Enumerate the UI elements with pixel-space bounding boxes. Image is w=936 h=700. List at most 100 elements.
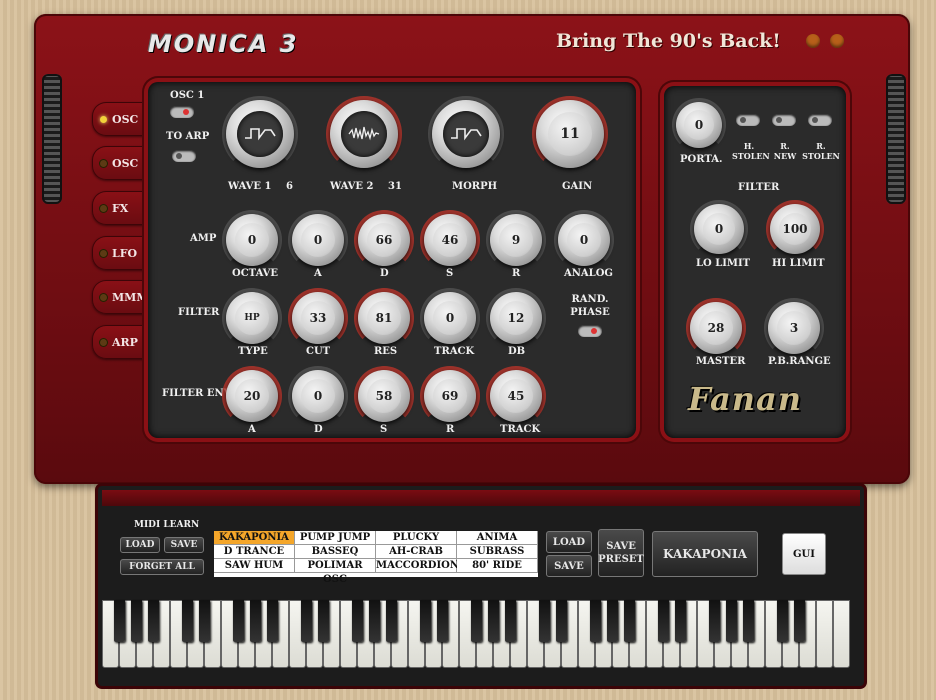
hi-limit-value: 100 bbox=[779, 213, 811, 245]
h-stolen-switch[interactable] bbox=[736, 114, 760, 126]
env-sustain-knob[interactable]: 58 bbox=[358, 370, 410, 422]
env-track-knob[interactable]: 45 bbox=[490, 370, 542, 422]
black-key[interactable] bbox=[250, 600, 261, 642]
rand-phase-switch[interactable] bbox=[578, 325, 602, 337]
resonance-knob[interactable]: 81 bbox=[358, 292, 410, 344]
midi-learn-label: MIDI LEARN bbox=[134, 520, 200, 530]
filter-db-label: DB bbox=[508, 346, 526, 357]
morph-knob[interactable] bbox=[432, 100, 500, 168]
black-key[interactable] bbox=[182, 600, 193, 642]
r-stolen-switch[interactable] bbox=[808, 114, 832, 126]
preset-item[interactable]: BASSEQ bbox=[295, 545, 376, 559]
black-key[interactable] bbox=[267, 600, 278, 642]
black-key[interactable] bbox=[590, 600, 601, 642]
env-release-knob[interactable]: 69 bbox=[424, 370, 476, 422]
filter-db-knob[interactable]: 12 bbox=[490, 292, 542, 344]
forget-all-button[interactable]: FORGET ALL bbox=[120, 559, 204, 575]
preset-item[interactable]: D TRANCE bbox=[214, 545, 295, 559]
octave-knob[interactable]: 0 bbox=[226, 214, 278, 266]
gui-button[interactable]: GUI bbox=[782, 533, 826, 575]
midi-save-button[interactable]: SAVE bbox=[164, 537, 204, 553]
pb-range-knob[interactable]: 3 bbox=[768, 302, 820, 354]
black-key[interactable] bbox=[794, 600, 805, 642]
black-key[interactable] bbox=[386, 600, 397, 642]
black-key[interactable] bbox=[539, 600, 550, 642]
gain-knob[interactable]: 11 bbox=[536, 100, 604, 168]
tab-lfo[interactable]: LFO bbox=[92, 236, 150, 270]
black-key[interactable] bbox=[352, 600, 363, 642]
black-key[interactable] bbox=[420, 600, 431, 642]
preset-item[interactable]: MACCORDION bbox=[376, 559, 459, 573]
black-key[interactable] bbox=[471, 600, 482, 642]
lo-limit-knob[interactable]: 0 bbox=[694, 204, 744, 254]
black-key[interactable] bbox=[675, 600, 686, 642]
tab-osc2[interactable]: OSC 2 bbox=[92, 146, 150, 180]
black-key[interactable] bbox=[131, 600, 142, 642]
r-new-switch[interactable] bbox=[772, 114, 796, 126]
preset-save-button[interactable]: SAVE bbox=[546, 555, 592, 577]
amp-attack-knob[interactable]: 0 bbox=[292, 214, 344, 266]
master-knob[interactable]: 28 bbox=[690, 302, 742, 354]
preset-item[interactable]: 80' RIDE bbox=[457, 559, 538, 573]
preset-item[interactable]: POLIMAR OSC bbox=[295, 559, 376, 585]
porta-value: 0 bbox=[684, 110, 714, 140]
amp-sustain-knob[interactable]: 46 bbox=[424, 214, 476, 266]
black-key[interactable] bbox=[318, 600, 329, 642]
save-preset-button[interactable]: SAVE PRESET bbox=[598, 529, 644, 577]
black-key[interactable] bbox=[726, 600, 737, 642]
black-key[interactable] bbox=[148, 600, 159, 642]
env-decay-knob[interactable]: 0 bbox=[292, 370, 344, 422]
wave2-knob[interactable] bbox=[330, 100, 398, 168]
midi-load-button[interactable]: LOAD bbox=[120, 537, 160, 553]
black-key[interactable] bbox=[743, 600, 754, 642]
black-key[interactable] bbox=[556, 600, 567, 642]
brand-logo: Fanan bbox=[688, 380, 802, 418]
preset-load-button[interactable]: LOAD bbox=[546, 531, 592, 553]
white-key[interactable] bbox=[833, 600, 850, 668]
preset-item[interactable]: PUMP JUMP bbox=[295, 531, 376, 545]
black-key[interactable] bbox=[437, 600, 448, 642]
porta-knob[interactable]: 0 bbox=[676, 102, 722, 148]
preset-item[interactable]: AH-CRAB bbox=[376, 545, 457, 559]
analog-knob[interactable]: 0 bbox=[558, 214, 610, 266]
r-new-label: R. NEW bbox=[773, 141, 797, 161]
black-key[interactable] bbox=[233, 600, 244, 642]
hi-limit-knob[interactable]: 100 bbox=[770, 204, 820, 254]
preset-item[interactable]: KAKAPONIA bbox=[214, 531, 295, 545]
black-key[interactable] bbox=[624, 600, 635, 642]
black-key[interactable] bbox=[709, 600, 720, 642]
black-key[interactable] bbox=[199, 600, 210, 642]
preset-item[interactable]: ANIMA bbox=[457, 531, 538, 545]
piano-keyboard bbox=[102, 600, 850, 672]
rand-phase-label: RAND. PHASE bbox=[570, 294, 610, 318]
amp-release-knob[interactable]: 9 bbox=[490, 214, 542, 266]
white-key[interactable] bbox=[816, 600, 833, 668]
black-key[interactable] bbox=[607, 600, 618, 642]
black-key[interactable] bbox=[114, 600, 125, 642]
black-key[interactable] bbox=[658, 600, 669, 642]
to-arp-switch[interactable] bbox=[172, 150, 196, 162]
noise-wave-icon bbox=[341, 111, 387, 157]
env-decay-label: D bbox=[314, 424, 323, 435]
osc1-switch[interactable] bbox=[170, 106, 194, 118]
amp-decay-knob[interactable]: 66 bbox=[358, 214, 410, 266]
env-attack-knob[interactable]: 20 bbox=[226, 370, 278, 422]
keybed-strip bbox=[102, 490, 860, 506]
black-key[interactable] bbox=[488, 600, 499, 642]
preset-item[interactable]: PLUCKY bbox=[376, 531, 457, 545]
black-key[interactable] bbox=[369, 600, 380, 642]
tab-arp[interactable]: ARP bbox=[92, 325, 150, 359]
preset-item[interactable]: SUBRASS bbox=[457, 545, 538, 559]
black-key[interactable] bbox=[301, 600, 312, 642]
filter-type-knob[interactable]: HP bbox=[226, 292, 278, 344]
tab-osc1[interactable]: OSC 1 bbox=[92, 102, 150, 136]
tab-fx[interactable]: FX bbox=[92, 191, 150, 225]
current-preset-display[interactable]: KAKAPONIA bbox=[652, 531, 758, 577]
cutoff-knob[interactable]: 33 bbox=[292, 292, 344, 344]
black-key[interactable] bbox=[777, 600, 788, 642]
black-key[interactable] bbox=[505, 600, 516, 642]
preset-item[interactable]: SAW HUM bbox=[214, 559, 295, 573]
filter-track-knob[interactable]: 0 bbox=[424, 292, 476, 344]
tab-mmm[interactable]: MMM bbox=[92, 280, 150, 314]
wave1-knob[interactable] bbox=[226, 100, 294, 168]
